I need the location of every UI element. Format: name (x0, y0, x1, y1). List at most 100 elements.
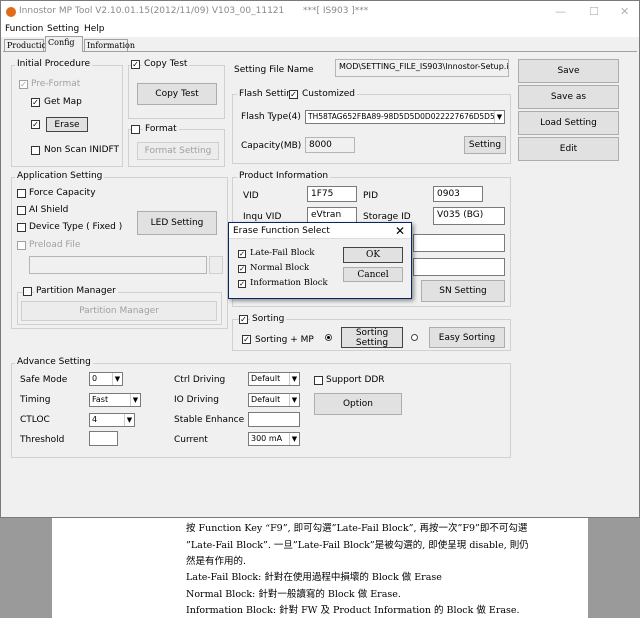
io-driving-label: IO Driving (174, 395, 219, 405)
partition-manager-checkbox[interactable] (23, 287, 32, 296)
maximize-button[interactable]: ☐ (589, 5, 599, 18)
timing-value: Fast (92, 395, 109, 404)
product-field-2[interactable] (413, 258, 505, 276)
copy-test-checkbox[interactable]: ✓ (131, 60, 140, 69)
preload-file-label: Preload File (29, 240, 81, 250)
dialog-title-bar: Erase Function Select ✕ (229, 223, 411, 239)
capacity-field[interactable]: 8000 (305, 137, 355, 153)
support-ddr-label: Support DDR (326, 375, 385, 385)
easy-sorting-radio[interactable] (411, 334, 418, 341)
menu-help[interactable]: Help (84, 24, 105, 34)
close-button[interactable]: ✕ (620, 5, 629, 18)
storage-id-field[interactable]: V035 (BG) (433, 207, 505, 225)
product-field-1[interactable] (413, 234, 505, 252)
title-bar: Innostor MP Tool V2.10.01.15(2012/11/09)… (1, 1, 639, 23)
window-title: Innostor MP Tool V2.10.01.15(2012/11/09)… (19, 6, 285, 16)
normal-block-checkbox[interactable]: ✓ (238, 265, 246, 273)
timing-select[interactable]: Fast ▼ (89, 393, 141, 407)
erase-checkbox[interactable]: ✓ (31, 120, 40, 129)
inqu-vid-label: Inqu VID (243, 212, 282, 222)
ctrl-driving-value: Default (251, 374, 281, 383)
chevron-down-icon: ▼ (494, 111, 504, 123)
doc-line: ”Late-Fail Block”. 一旦”Late-Fail Block”是被… (186, 540, 529, 551)
safe-mode-select[interactable]: 0 ▼ (89, 372, 123, 386)
current-select[interactable]: 300 mA ▼ (248, 432, 300, 446)
flash-type-label: Flash Type(4) (241, 112, 301, 122)
partition-manager-button[interactable]: Partition Manager (21, 301, 217, 321)
flash-setting-button[interactable]: Setting (464, 136, 506, 154)
easy-sorting-button[interactable]: Easy Sorting (429, 327, 505, 348)
copy-test-button[interactable]: Copy Test (137, 83, 217, 105)
ctrl-driving-select[interactable]: Default ▼ (248, 372, 300, 386)
pre-format-label: Pre-Format (31, 79, 81, 89)
format-setting-button[interactable]: Format Setting (137, 142, 219, 160)
copy-test-title: Copy Test (142, 59, 190, 69)
inqu-vid-field[interactable]: eVtran (307, 207, 357, 223)
save-button[interactable]: Save (518, 59, 619, 83)
information-block-label: Information Block (250, 278, 328, 288)
ai-shield-checkbox[interactable] (17, 206, 26, 215)
non-scan-checkbox[interactable] (31, 146, 40, 155)
close-icon[interactable]: ✕ (395, 224, 405, 238)
customized-checkbox[interactable]: ✓ (289, 90, 298, 99)
get-map-label: Get Map (44, 97, 82, 107)
sorting-mp-checkbox[interactable]: ✓ (242, 335, 251, 344)
doc-line: Normal Block: 針對一般讀寫的 Block 做 Erase. (186, 589, 401, 600)
current-value: 300 mA (251, 434, 283, 443)
late-fail-block-checkbox[interactable]: ✓ (238, 250, 246, 258)
vid-label: VID (243, 191, 259, 201)
threshold-field[interactable] (89, 431, 118, 446)
flash-type-value: TH58TAG652FBA89-98D5D5D0D022227676D5D5 (308, 112, 495, 121)
preload-file-field[interactable] (29, 256, 207, 274)
ok-button[interactable]: OK (343, 247, 403, 263)
setting-file-field[interactable]: MOD\SETTING_FILE_IS903\Innostor-Setup.in… (335, 59, 509, 77)
pre-format-checkbox[interactable]: ✓ (19, 80, 28, 89)
erase-button[interactable]: Erase (46, 117, 88, 132)
io-driving-select[interactable]: Default ▼ (248, 393, 300, 407)
menu-setting[interactable]: Setting (47, 24, 79, 34)
led-setting-button[interactable]: LED Setting (137, 211, 217, 235)
save-as-button[interactable]: Save as (518, 85, 619, 109)
stable-enhance-field[interactable] (248, 412, 300, 427)
tab-config[interactable]: Config (45, 36, 83, 52)
storage-id-label: Storage ID (363, 212, 411, 222)
option-button[interactable]: Option (314, 393, 402, 415)
menu-function[interactable]: Function (5, 24, 43, 34)
stable-enhance-label: Stable Enhance (174, 415, 245, 425)
sorting-title: Sorting (250, 314, 287, 324)
safe-mode-label: Safe Mode (20, 375, 68, 385)
force-capacity-checkbox[interactable] (17, 189, 26, 198)
get-map-checkbox[interactable]: ✓ (31, 98, 40, 107)
edit-button[interactable]: Edit (518, 137, 619, 161)
threshold-label: Threshold (20, 435, 65, 445)
sorting-mp-label: Sorting + MP (255, 335, 314, 345)
pid-label: PID (363, 191, 379, 201)
initial-procedure-title: Initial Procedure (15, 59, 92, 69)
sn-setting-button[interactable]: SN Setting (421, 280, 505, 302)
minimize-button[interactable]: — (555, 5, 566, 18)
preload-file-checkbox[interactable] (17, 241, 26, 250)
product-information-title: Product Information (237, 171, 331, 181)
format-checkbox[interactable] (131, 125, 140, 134)
chevron-down-icon: ▼ (289, 373, 299, 385)
dialog-title: Erase Function Select (233, 226, 330, 236)
advance-setting-title: Advance Setting (15, 357, 93, 367)
vid-field[interactable]: 1F75 (307, 186, 357, 202)
chevron-down-icon: ▼ (289, 394, 299, 406)
device-type-checkbox[interactable] (17, 223, 26, 232)
non-scan-label: Non Scan INIDFT (44, 145, 120, 155)
information-block-checkbox[interactable]: ✓ (238, 280, 246, 288)
customized-label: Customized (300, 89, 357, 99)
load-setting-button[interactable]: Load Setting (518, 111, 619, 135)
sorting-setting-radio[interactable] (325, 334, 332, 341)
ctloc-select[interactable]: 4 ▼ (89, 413, 135, 427)
preload-browse-button[interactable] (209, 256, 223, 274)
pid-field[interactable]: 0903 (433, 186, 483, 202)
cancel-button[interactable]: Cancel (343, 267, 403, 282)
sorting-setting-button[interactable]: Sorting Setting (341, 327, 403, 348)
support-ddr-checkbox[interactable] (314, 376, 323, 385)
flash-type-select[interactable]: TH58TAG652FBA89-98D5D5D0D022227676D5D5 ▼ (305, 110, 505, 124)
sorting-checkbox[interactable]: ✓ (239, 315, 248, 324)
menu-bar: Function Setting Help (1, 23, 639, 37)
timing-label: Timing (20, 395, 51, 405)
